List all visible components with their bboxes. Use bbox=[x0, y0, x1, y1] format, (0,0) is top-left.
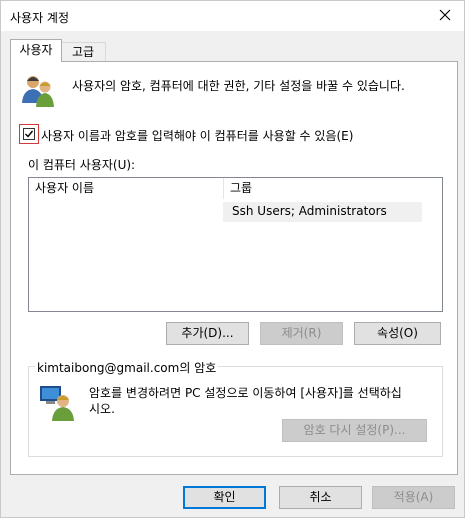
users-table[interactable]: 사용자 이름 그룹 Ssh Users; Administrators bbox=[28, 177, 443, 312]
checkmark-icon bbox=[25, 130, 34, 138]
cancel-button[interactable]: 취소 bbox=[279, 486, 362, 509]
close-icon[interactable] bbox=[438, 8, 452, 22]
users-icon bbox=[21, 73, 57, 112]
ok-button[interactable]: 확인 bbox=[183, 486, 266, 509]
table-row[interactable]: Ssh Users; Administrators bbox=[223, 202, 422, 222]
password-description-line1: 암호를 변경하려면 PC 설정으로 이동하여 [사용자]를 선택하십 bbox=[89, 386, 402, 400]
tab-users[interactable]: 사용자 bbox=[10, 39, 62, 62]
tab-advanced[interactable]: 고급 bbox=[60, 42, 106, 62]
add-user-button[interactable]: 추가(D)... bbox=[166, 322, 249, 345]
password-description-line2: 시오. bbox=[89, 402, 115, 416]
user-accounts-dialog: 사용자 계정 사용자 고급 사용자의 암호, 컴퓨터에 대한 권한, 기타 설정… bbox=[0, 0, 465, 518]
intro-text: 사용자의 암호, 컴퓨터에 대한 권한, 기타 설정을 바꿀 수 있습니다. bbox=[72, 79, 405, 93]
apply-button[interactable]: 적용(A) bbox=[372, 486, 455, 509]
cell-group: Ssh Users; Administrators bbox=[232, 204, 387, 218]
require-login-label[interactable]: 사용자 이름과 암호를 입력해야 이 컴퓨터를 사용할 수 있음(E) bbox=[41, 127, 353, 144]
properties-button[interactable]: 속성(O) bbox=[354, 322, 441, 345]
title-bar[interactable]: 사용자 계정 bbox=[1, 1, 464, 31]
window-title: 사용자 계정 bbox=[10, 11, 70, 25]
remove-user-button[interactable]: 제거(R) bbox=[260, 322, 343, 345]
require-login-checkbox[interactable] bbox=[19, 124, 39, 144]
checkbox-box bbox=[23, 128, 35, 140]
column-header-group[interactable]: 그룹 bbox=[224, 178, 423, 199]
reset-password-button[interactable]: 암호 다시 설정(P)... bbox=[282, 419, 427, 442]
column-header-user-name[interactable]: 사용자 이름 bbox=[29, 178, 223, 199]
password-group-title: kimtaibong@gmail.com의 암호 bbox=[35, 359, 219, 376]
users-list-label: 이 컴퓨터 사용자(U): bbox=[28, 158, 136, 172]
user-computer-icon bbox=[39, 384, 75, 425]
